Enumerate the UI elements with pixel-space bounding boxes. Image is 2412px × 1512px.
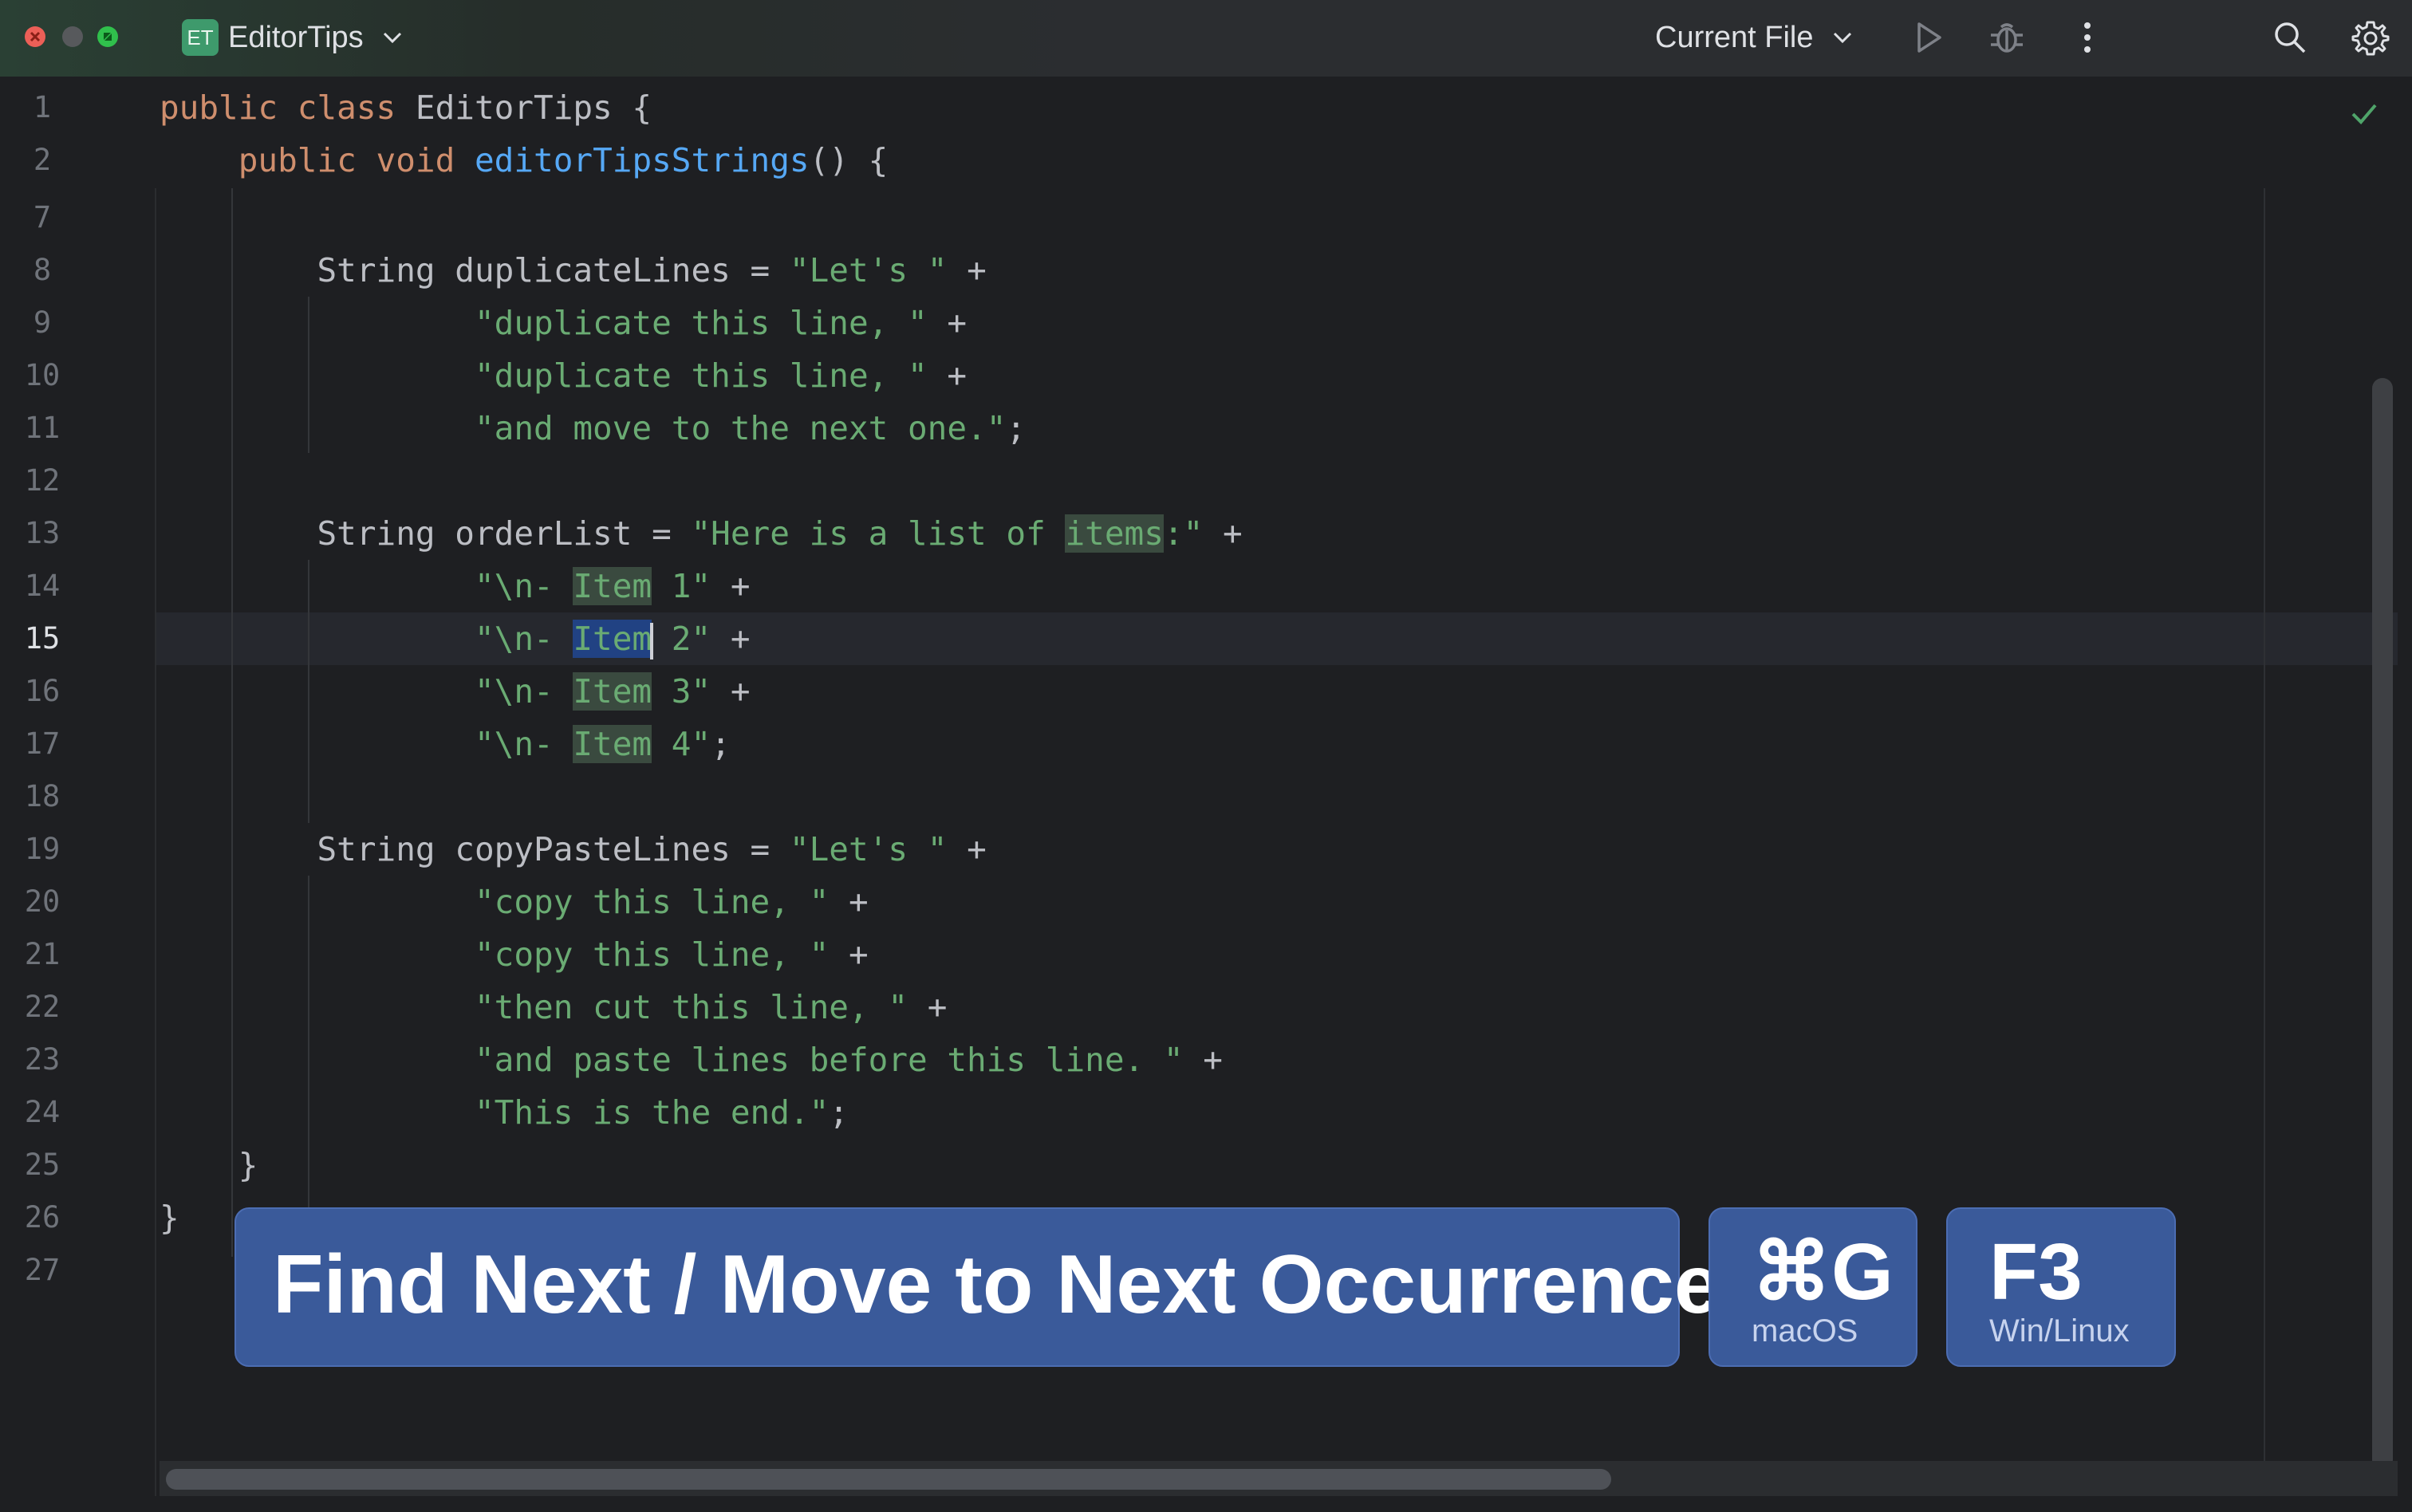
operator: + <box>927 356 968 395</box>
string-literal: 2" <box>652 620 711 658</box>
window-minimize-button[interactable] <box>62 26 83 47</box>
win-shortcut-badge: F3 Win/Linux <box>1946 1207 2176 1367</box>
string-literal: :" <box>1163 514 1204 553</box>
mac-shortcut-key: ⌘G <box>1752 1227 1894 1317</box>
operator: + <box>947 251 987 289</box>
code-line-current: "\n- Item 2" + <box>160 612 751 665</box>
string-literal: "and paste lines before this line. " <box>474 1041 1184 1079</box>
keyword: public void <box>238 141 455 179</box>
title-bar: ET EditorTips Current File <box>0 0 2412 77</box>
string-literal: "\n- <box>474 567 573 605</box>
code-line: "and paste lines before this line. " + <box>160 1034 1223 1086</box>
code-line: String orderList = "Here is a list of it… <box>160 507 1243 560</box>
chevron-down-icon[interactable] <box>1831 24 1854 55</box>
keyword: public class <box>160 89 396 127</box>
code-line: "copy this line, " + <box>160 876 869 928</box>
code-text: String duplicateLines = <box>317 251 790 289</box>
code-line: "and move to the next one."; <box>160 402 1026 455</box>
search-icon[interactable] <box>2270 18 2310 61</box>
code-line: String duplicateLines = "Let's " + <box>160 244 987 297</box>
occurrence-highlight: Item <box>573 567 652 605</box>
operator: ; <box>829 1093 849 1132</box>
operator: + <box>829 883 869 921</box>
more-vertical-icon[interactable] <box>2074 18 2101 61</box>
win-shortcut-key: F3 <box>1989 1227 2083 1317</box>
code-line: public class EditorTips { <box>160 81 652 134</box>
run-config-selector[interactable]: Current File <box>1655 18 1814 57</box>
operator: + <box>1203 514 1243 553</box>
string-literal: "copy this line, " <box>474 935 830 974</box>
string-literal: "Let's " <box>789 251 948 289</box>
code-line: "\n- Item 4"; <box>160 718 731 770</box>
window-close-button[interactable] <box>25 26 45 47</box>
string-literal: "Let's " <box>789 830 948 868</box>
selected-occurrence[interactable]: Item <box>573 620 652 658</box>
gear-icon[interactable] <box>2350 18 2391 63</box>
operator: + <box>711 567 751 605</box>
string-literal: 3" <box>652 672 711 711</box>
string-literal: "and move to the next one." <box>474 409 1007 447</box>
code-line: "This is the end."; <box>160 1086 849 1139</box>
mac-shortcut-badge: ⌘G macOS <box>1708 1207 1917 1367</box>
operator: + <box>908 988 948 1026</box>
occurrence-highlight: Item <box>573 725 652 763</box>
code-line: } <box>160 1139 258 1191</box>
bug-icon[interactable] <box>1986 18 2028 61</box>
action-name-banner: Find Next / Move to Next Occurrence <box>235 1207 1720 1367</box>
string-literal: "\n- <box>474 672 573 711</box>
operator: + <box>829 935 869 974</box>
code-line: "duplicate this line, " + <box>160 349 967 402</box>
closing-brace: } <box>160 1199 179 1237</box>
play-icon[interactable] <box>1910 18 1948 61</box>
string-literal: "\n- <box>474 620 573 658</box>
horizontal-scrollbar-thumb[interactable] <box>166 1469 1611 1490</box>
string-literal: "copy this line, " <box>474 883 830 921</box>
operator: + <box>1183 1041 1223 1079</box>
string-literal: "duplicate this line, " <box>474 304 928 342</box>
operator: ; <box>1006 409 1027 447</box>
code-text: () { <box>809 141 889 179</box>
string-literal: 1" <box>652 567 711 605</box>
window-maximize-button[interactable] <box>97 26 118 47</box>
project-badge[interactable]: ET <box>182 19 219 56</box>
code-line: "\n- Item 3" + <box>160 665 751 718</box>
chevron-down-icon[interactable] <box>381 24 404 55</box>
string-literal: "duplicate this line, " <box>474 356 928 395</box>
code-text: String copyPasteLines = <box>317 830 790 868</box>
method-name: editorTipsStrings <box>474 141 810 179</box>
code-line: "copy this line, " + <box>160 928 869 981</box>
occurrence-highlight: Item <box>573 672 652 711</box>
vertical-scrollbar[interactable] <box>2372 378 2393 1471</box>
operator: ; <box>711 725 731 763</box>
mac-os-label: macOS <box>1752 1313 1858 1349</box>
operator: + <box>711 672 751 711</box>
code-line: String copyPasteLines = "Let's " + <box>160 823 987 876</box>
string-literal: "This is the end." <box>474 1093 830 1132</box>
closing-brace: } <box>238 1146 258 1184</box>
check-icon[interactable] <box>2348 97 2380 133</box>
string-literal: "\n- <box>474 725 573 763</box>
code-line: } <box>160 1191 179 1244</box>
occurrence-highlight: items <box>1065 514 1164 553</box>
string-literal: 4" <box>652 725 711 763</box>
code-line: "\n- Item 1" + <box>160 560 751 612</box>
operator: + <box>927 304 968 342</box>
project-name[interactable]: EditorTips <box>228 18 364 57</box>
action-title: Find Next / Move to Next Occurrence <box>273 1238 1720 1331</box>
operator: + <box>947 830 987 868</box>
code-line: "then cut this line, " + <box>160 981 947 1034</box>
string-literal: "then cut this line, " <box>474 988 908 1026</box>
code-line: public void editorTipsStrings() { <box>160 134 889 187</box>
operator: + <box>711 620 751 658</box>
string-literal: "Here is a list of <box>691 514 1066 553</box>
code-line: "duplicate this line, " + <box>160 297 967 349</box>
win-os-label: Win/Linux <box>1989 1313 2130 1349</box>
code-text: String orderList = <box>317 514 692 553</box>
code-text: EditorTips { <box>396 89 652 127</box>
